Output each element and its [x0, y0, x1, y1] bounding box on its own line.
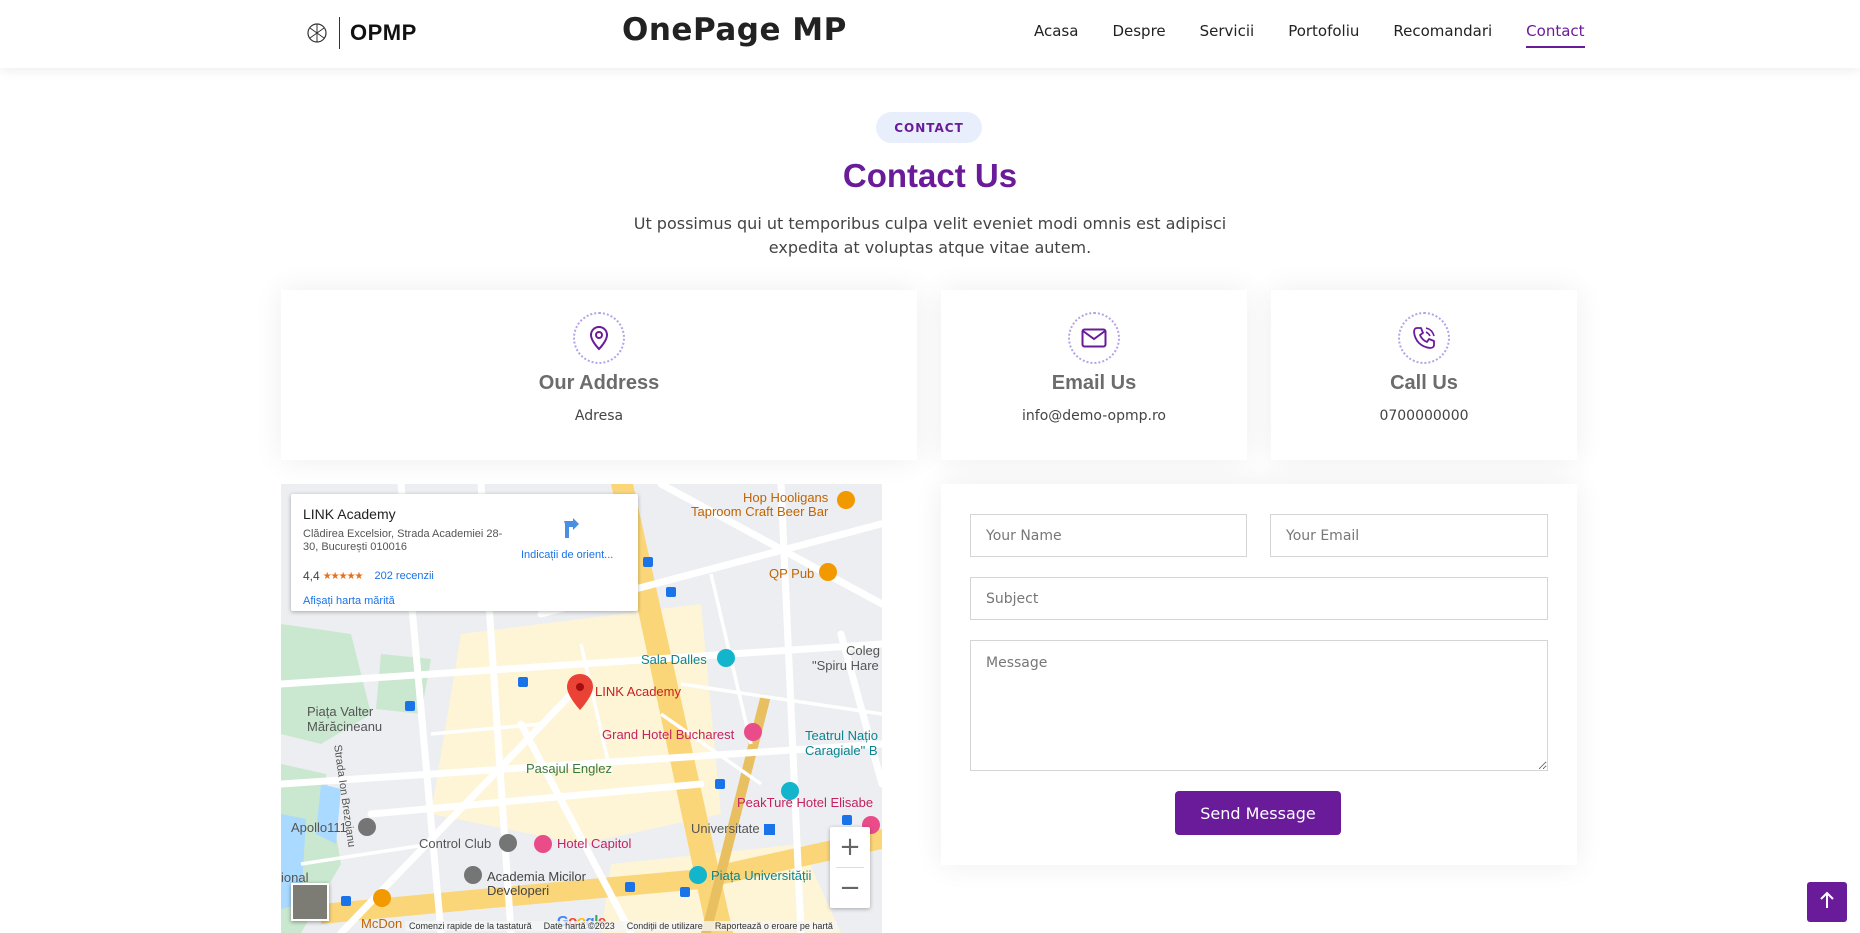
arrow-up-icon [1819, 891, 1835, 913]
envelope-icon [1068, 312, 1120, 364]
nav-item-acasa[interactable]: Acasa [1034, 22, 1078, 48]
address-value: Adresa [574, 408, 624, 424]
section-subtitle: Ut possimus qui ut temporibus culpa veli… [633, 214, 1227, 257]
map-rating: 4,4 [303, 569, 320, 583]
map-label-maracineanu: Mărăcineanu [307, 719, 383, 734]
map-directions-link[interactable]: Indicații de orient... [521, 549, 613, 561]
map-label-coleg: Coleg [846, 643, 880, 658]
map-label-control-club: Control Club [419, 836, 492, 851]
send-message-button[interactable]: Send Message [1175, 791, 1341, 835]
nav-item-servicii[interactable]: Servicii [1200, 22, 1255, 48]
map-label-teatrul: Teatrul Națio [805, 728, 878, 743]
map-pin-icon [573, 312, 625, 364]
site-header: OPMP OnePage MP Acasa Despre Servicii Po… [0, 0, 1860, 68]
nav-item-contact[interactable]: Contact [1526, 22, 1585, 48]
nav-item-despre[interactable]: Despre [1112, 22, 1165, 48]
map-rating-row: 4,4 ★★★★★ 202 recenzii [303, 569, 434, 583]
phone-box: Call Us 0700000000 [1271, 290, 1577, 460]
logo-text: OPMP [350, 20, 417, 45]
map-label-link-academy[interactable]: LINK Academy [595, 684, 681, 699]
map-label-peakture: PeakTure Hotel Elisabe [737, 795, 874, 810]
site-title: OnePage MP [622, 12, 847, 48]
back-to-top-button[interactable] [1807, 882, 1847, 922]
phone-value: 0700000000 [1379, 408, 1469, 424]
message-field[interactable] [970, 640, 1548, 771]
logo-icon [305, 18, 329, 48]
map-label-sala-dalles: Sala Dalles [641, 652, 707, 667]
map-label-qp-pub: QP Pub [769, 566, 815, 581]
keyboard-shortcuts-link[interactable]: Comenzi rapide de la tastatură [409, 921, 532, 931]
map-label-apollo: Apollo111 [291, 820, 347, 835]
email-title: Email Us [1051, 372, 1137, 394]
map-zoom-control: + − [830, 827, 870, 908]
map-place-address: Clădirea Excelsior, Strada Academiei 28-… [303, 528, 503, 553]
address-box: Our Address Adresa [281, 290, 917, 460]
nav-item-recomandari[interactable]: Recomandari [1393, 22, 1492, 48]
map-label-pasajul-englez: Pasajul Englez [526, 761, 612, 776]
logo[interactable]: OPMP [305, 16, 417, 50]
map-bigger-link[interactable]: Afișați harta mărită [303, 595, 395, 607]
phone-icon [1398, 312, 1450, 364]
map-label-taproom: Taproom Craft Beer Bar [691, 504, 829, 519]
map-place-name: LINK Academy [303, 506, 396, 522]
map-data-text: Date hartă ©2023 [543, 921, 615, 931]
map-label-piata-valter: Piața Valter [307, 704, 374, 719]
directions-icon[interactable] [561, 518, 581, 542]
satellite-toggle[interactable] [291, 883, 329, 921]
terms-link[interactable]: Condiții de utilizare [627, 921, 703, 931]
google-map[interactable]: Hop Hooligans Taproom Craft Beer Bar QP … [281, 484, 882, 933]
map-info-card: LINK Academy Clădirea Excelsior, Strada … [291, 494, 638, 611]
address-title: Our Address [538, 372, 660, 394]
map-label-hotel-capitol: Hotel Capitol [557, 836, 632, 851]
map-label-hop: Hop Hooligans [743, 490, 829, 505]
logo-divider [339, 17, 340, 49]
email-box: Email Us info@demo-opmp.ro [941, 290, 1247, 460]
email-field[interactable] [1270, 514, 1548, 557]
report-error-link[interactable]: Raportează o eroare pe hartă [715, 921, 833, 931]
map-footer: Google Comenzi rapide de la tastatură Da… [281, 913, 882, 933]
map-label-academia-2: Developeri [487, 883, 550, 898]
section-pill: CONTACT [876, 112, 982, 143]
map-label-universitate: Universitate [691, 821, 760, 836]
map-reviews-link[interactable]: 202 recenzii [375, 570, 434, 582]
nav-item-portofoliu[interactable]: Portofoliu [1288, 22, 1359, 48]
phone-title: Call Us [1390, 372, 1458, 394]
map-label-piata-universitatii: Piața Universității [711, 868, 812, 883]
map-label-caragiale: Caragiale" B [805, 743, 878, 758]
email-value: info@demo-opmp.ro [1022, 408, 1166, 424]
map-label-academia-1: Academia Micilor [487, 869, 586, 884]
map-label-grand-hotel: Grand Hotel Bucharest [602, 727, 735, 742]
map-footer-links: Comenzi rapide de la tastatură Date hart… [405, 921, 837, 931]
map-label-spiru: "Spiru Hare [812, 658, 879, 673]
subject-field[interactable] [970, 577, 1548, 620]
contact-form: Send Message [941, 484, 1577, 865]
zoom-in-button[interactable]: + [830, 827, 870, 867]
star-rating-icon: ★★★★★ [322, 570, 364, 582]
name-field[interactable] [970, 514, 1247, 557]
main-nav: Acasa Despre Servicii Portofoliu Recoman… [1034, 22, 1585, 48]
section-title: Contact Us [842, 157, 1018, 194]
zoom-out-button[interactable]: − [830, 868, 870, 908]
